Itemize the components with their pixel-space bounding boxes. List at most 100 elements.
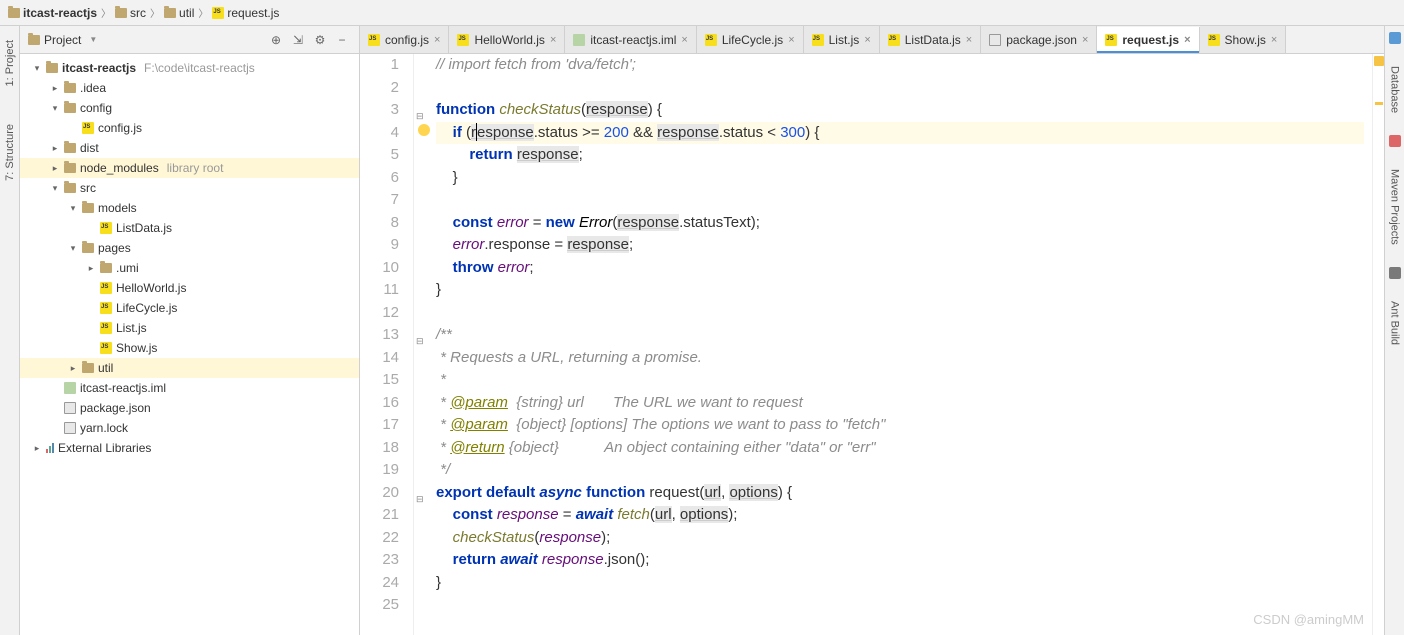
line-number[interactable]: 18 bbox=[360, 437, 399, 460]
tree-expand-icon[interactable]: ▸ bbox=[50, 143, 60, 154]
line-number[interactable]: 7 bbox=[360, 189, 399, 212]
tree-expand-icon[interactable]: ▾ bbox=[50, 103, 60, 114]
code-line[interactable]: export default async function request(ur… bbox=[436, 482, 1364, 505]
close-tab-icon[interactable]: × bbox=[788, 34, 794, 46]
tree-expand-icon[interactable]: ▾ bbox=[32, 63, 42, 74]
line-number[interactable]: 23 bbox=[360, 549, 399, 572]
code-line[interactable]: return response; bbox=[436, 144, 1364, 167]
code-line[interactable]: * Requests a URL, returning a promise. bbox=[436, 347, 1364, 370]
line-number[interactable]: 10 bbox=[360, 257, 399, 280]
tree-item[interactable]: ▾models bbox=[20, 198, 359, 218]
line-number[interactable]: 8 bbox=[360, 212, 399, 235]
ant-icon[interactable] bbox=[1389, 267, 1401, 279]
close-tab-icon[interactable]: × bbox=[1184, 34, 1190, 46]
tree-item[interactable]: Show.js bbox=[20, 338, 359, 358]
line-number[interactable]: 25 bbox=[360, 594, 399, 617]
tree-expand-icon[interactable]: ▸ bbox=[86, 263, 96, 274]
code-line[interactable] bbox=[436, 189, 1364, 212]
tool-window-tab[interactable]: Database bbox=[1389, 62, 1401, 117]
line-number[interactable]: 21 bbox=[360, 504, 399, 527]
close-tab-icon[interactable]: × bbox=[966, 34, 972, 46]
editor-tab[interactable]: Show.js× bbox=[1200, 26, 1287, 53]
line-number[interactable]: 1 bbox=[360, 54, 399, 77]
tree-item[interactable]: ▾config bbox=[20, 98, 359, 118]
breadcrumb-item[interactable]: src bbox=[115, 6, 146, 20]
line-number[interactable]: 20 bbox=[360, 482, 399, 505]
tree-item[interactable]: ▸.umi bbox=[20, 258, 359, 278]
code-line[interactable]: throw error; bbox=[436, 257, 1364, 280]
editor-tab[interactable]: package.json× bbox=[981, 26, 1097, 53]
code-line[interactable]: } bbox=[436, 167, 1364, 190]
line-number[interactable]: 6 bbox=[360, 167, 399, 190]
inspection-status-icon[interactable] bbox=[1374, 56, 1384, 66]
line-number[interactable]: 19 bbox=[360, 459, 399, 482]
code-line[interactable]: /** bbox=[436, 324, 1364, 347]
tool-window-tab[interactable]: Ant Build bbox=[1389, 297, 1401, 349]
tree-expand-icon[interactable]: ▾ bbox=[68, 243, 78, 254]
tree-item[interactable]: ▸dist bbox=[20, 138, 359, 158]
editor-tab[interactable]: itcast-reactjs.iml× bbox=[565, 26, 696, 53]
tree-item[interactable]: ListData.js bbox=[20, 218, 359, 238]
code-line[interactable]: } bbox=[436, 572, 1364, 595]
gear-icon[interactable]: ⚙ bbox=[311, 33, 329, 47]
line-number[interactable]: 3 bbox=[360, 99, 399, 122]
close-tab-icon[interactable]: × bbox=[434, 34, 440, 46]
tree-item[interactable]: config.js bbox=[20, 118, 359, 138]
code-line[interactable]: } bbox=[436, 279, 1364, 302]
code-line[interactable]: * @param {object} [options] The options … bbox=[436, 414, 1364, 437]
fold-column[interactable]: ⊟⊟⊟ bbox=[414, 54, 428, 635]
tree-item[interactable]: ▾src bbox=[20, 178, 359, 198]
code-content[interactable]: // import fetch from 'dva/fetch'; functio… bbox=[428, 54, 1372, 635]
line-number[interactable]: 11 bbox=[360, 279, 399, 302]
close-tab-icon[interactable]: × bbox=[681, 34, 687, 46]
collapse-all-icon[interactable]: ⇲ bbox=[289, 33, 307, 47]
project-view-dropdown[interactable]: ▼ bbox=[89, 35, 97, 44]
tool-window-tab[interactable]: 1: Project bbox=[4, 36, 16, 90]
close-tab-icon[interactable]: × bbox=[1271, 34, 1277, 46]
line-number[interactable]: 17 bbox=[360, 414, 399, 437]
warning-marker[interactable] bbox=[1375, 102, 1383, 105]
editor-tab[interactable]: List.js× bbox=[804, 26, 880, 53]
line-number[interactable]: 16 bbox=[360, 392, 399, 415]
tree-expand-icon[interactable]: ▸ bbox=[68, 363, 78, 374]
editor-body[interactable]: 1234567891011121314151617181920212223242… bbox=[360, 54, 1384, 635]
maven-icon[interactable] bbox=[1389, 135, 1401, 147]
editor-tab[interactable]: LifeCycle.js× bbox=[697, 26, 804, 53]
error-stripe[interactable] bbox=[1372, 54, 1384, 635]
tree-item[interactable]: ▾itcast-reactjsF:\code\itcast-reactjs bbox=[20, 58, 359, 78]
code-line[interactable]: checkStatus(response); bbox=[436, 527, 1364, 550]
code-line[interactable]: function checkStatus(response) { bbox=[436, 99, 1364, 122]
tool-window-tab[interactable]: 7: Structure bbox=[4, 120, 16, 185]
close-tab-icon[interactable]: × bbox=[864, 34, 870, 46]
tree-item[interactable]: ▸.idea bbox=[20, 78, 359, 98]
hide-panel-icon[interactable]: − bbox=[333, 33, 351, 47]
tree-item[interactable]: ▸node_moduleslibrary root bbox=[20, 158, 359, 178]
code-line[interactable]: return await response.json(); bbox=[436, 549, 1364, 572]
code-line[interactable]: const error = new Error(response.statusT… bbox=[436, 212, 1364, 235]
editor-tab[interactable]: request.js× bbox=[1097, 27, 1199, 54]
tree-expand-icon[interactable]: ▾ bbox=[68, 203, 78, 214]
code-line[interactable] bbox=[436, 77, 1364, 100]
intention-bulb-icon[interactable] bbox=[418, 124, 430, 136]
tree-item[interactable]: package.json bbox=[20, 398, 359, 418]
tree-item[interactable]: HelloWorld.js bbox=[20, 278, 359, 298]
code-line[interactable]: // import fetch from 'dva/fetch'; bbox=[436, 54, 1364, 77]
tree-item[interactable]: yarn.lock bbox=[20, 418, 359, 438]
code-line[interactable]: * bbox=[436, 369, 1364, 392]
breadcrumb-item[interactable]: itcast-reactjs bbox=[8, 6, 97, 20]
tree-item[interactable]: itcast-reactjs.iml bbox=[20, 378, 359, 398]
tree-item[interactable]: List.js bbox=[20, 318, 359, 338]
tool-window-tab[interactable]: Maven Projects bbox=[1389, 165, 1401, 249]
editor-tab[interactable]: config.js× bbox=[360, 26, 449, 53]
line-number[interactable]: 24 bbox=[360, 572, 399, 595]
line-number[interactable]: 4 bbox=[360, 122, 399, 145]
tree-expand-icon[interactable]: ▸ bbox=[32, 443, 42, 454]
fold-toggle-icon[interactable]: ⊟ bbox=[416, 488, 424, 511]
breadcrumb-item[interactable]: request.js bbox=[212, 6, 279, 20]
tree-item[interactable]: ▸util bbox=[20, 358, 359, 378]
tree-expand-icon[interactable]: ▾ bbox=[50, 183, 60, 194]
tree-item[interactable]: LifeCycle.js bbox=[20, 298, 359, 318]
locate-icon[interactable]: ⊕ bbox=[267, 33, 285, 47]
tree-expand-icon[interactable]: ▸ bbox=[50, 163, 60, 174]
code-line[interactable] bbox=[436, 594, 1364, 617]
